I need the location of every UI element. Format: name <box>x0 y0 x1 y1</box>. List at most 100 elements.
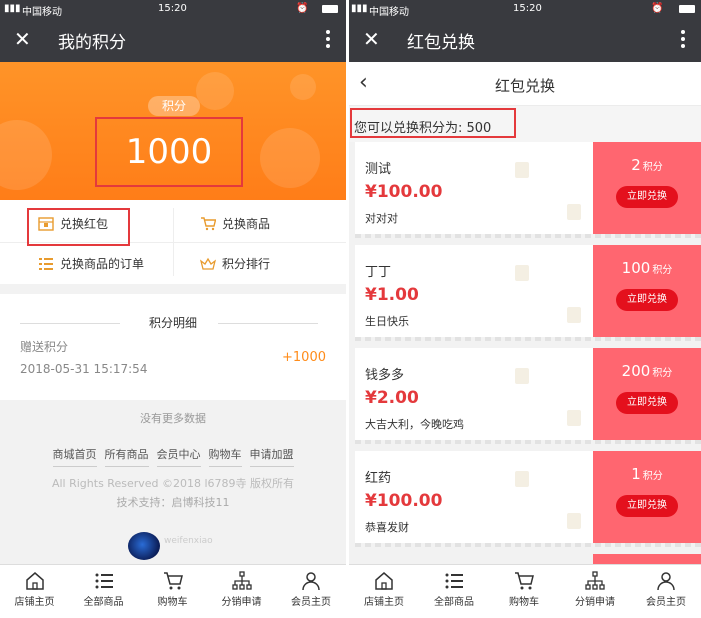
page-title: 我的积分 <box>58 33 126 53</box>
close-button[interactable]: ✕ <box>363 27 380 51</box>
brand-logo-text: weifenxiao <box>164 536 213 546</box>
points-rank-label: 积分排行 <box>222 257 271 271</box>
status-time: 15:20 <box>513 3 542 14</box>
coin-decoration <box>0 120 52 190</box>
tab-member-home[interactable]: 会员主页 <box>276 565 346 618</box>
no-more-text: 没有更多数据 <box>140 412 206 425</box>
points-label: 积分 <box>148 96 200 116</box>
redeem-now-button[interactable]: 立即兑换 <box>616 186 678 208</box>
points-panel: 100 积分 立即兑换 <box>593 245 701 337</box>
footer-link-home[interactable]: 商城首页 <box>52 446 97 467</box>
points-cost: 100 积分 <box>621 259 673 277</box>
footer-link-cart[interactable]: 购物车 <box>208 446 242 467</box>
points-panel: 1 积分 立即兑换 <box>593 451 701 543</box>
more-menu-icon[interactable] <box>681 30 685 51</box>
signal-icon: ▮▮▮ <box>351 3 368 14</box>
cart-icon <box>515 572 534 590</box>
tab-label: 全部商品 <box>83 597 124 608</box>
packet-desc: 大吉大利，今晚吃鸡 <box>365 418 464 431</box>
coin-decoration <box>290 74 316 100</box>
points-screen: ▮▮▮ 中国移动 15:20 ⏰ ✕ 我的积分 积分 1000 兑换红包 兑换商… <box>0 0 346 618</box>
packet-watermark-icon <box>515 162 529 178</box>
tab-all-goods[interactable]: 全部商品 <box>419 565 489 618</box>
packet-watermark-icon <box>567 307 581 323</box>
home-icon <box>25 572 44 590</box>
list-icon <box>39 257 53 270</box>
tech-support: 技术支持：启博科技11 <box>116 496 230 509</box>
coin-decoration <box>196 72 234 110</box>
red-packet-card: 钱多多 ¥2.00 大吉大利，今晚吃鸡 200 积分 立即兑换 <box>355 348 701 444</box>
footer-link-join[interactable]: 申请加盟 <box>249 446 294 467</box>
packet-price: ¥2.00 <box>365 388 419 408</box>
redeem-now-button[interactable]: 立即兑换 <box>616 392 678 414</box>
redeem-now-button[interactable]: 立即兑换 <box>616 289 678 311</box>
red-packet-card: 测试 ¥100.00 对对对 2 积分 立即兑换 <box>355 142 701 238</box>
footer-link-goods[interactable]: 所有商品 <box>104 446 149 467</box>
status-bar: ▮▮▮ 中国移动 15:20 ⏰ <box>349 0 701 18</box>
tab-all-goods[interactable]: 全部商品 <box>69 565 138 618</box>
points-cost: 1 积分 <box>631 465 663 483</box>
crown-icon <box>200 257 216 270</box>
redeem-orders-item[interactable]: 兑换商品的订单 <box>38 244 144 284</box>
highlight-box <box>95 117 243 187</box>
brand-logo <box>128 532 160 560</box>
packet-watermark-icon <box>567 513 581 529</box>
footer-links: 商城首页 所有商品 会员中心 购物车 申请加盟 <box>0 446 346 467</box>
points-panel: 200 积分 立即兑换 <box>593 348 701 440</box>
packet-name: 红药 <box>365 471 392 486</box>
points-rank-item[interactable]: 积分排行 <box>200 244 270 284</box>
packet-watermark-icon <box>515 471 529 487</box>
nav-bar: ✕ 红包兑换 <box>349 18 701 62</box>
alarm-icon: ⏰ <box>651 3 664 14</box>
cart-icon <box>201 216 216 230</box>
packet-watermark-icon <box>515 368 529 384</box>
packet-price: ¥100.00 <box>365 491 443 511</box>
tab-distribution[interactable]: 分销申请 <box>207 565 276 618</box>
signal-icon: ▮▮▮ <box>4 3 21 14</box>
packet-desc: 对对对 <box>365 212 398 225</box>
tab-label: 分销申请 <box>575 597 615 608</box>
tab-label: 店铺主页 <box>364 597 404 608</box>
tab-store-home[interactable]: 店铺主页 <box>349 565 419 618</box>
packet-watermark-icon <box>567 410 581 426</box>
redeem-now-button[interactable]: 立即兑换 <box>616 495 678 517</box>
redeem-goods-item[interactable]: 兑换商品 <box>200 204 270 244</box>
more-menu-icon[interactable] <box>326 30 330 51</box>
card-edge <box>355 440 701 444</box>
page-title: 红包兑换 <box>407 33 475 53</box>
copyright: All Rights Reserved ©2018 l6789寺 版权所有 <box>51 477 295 490</box>
cart-icon <box>163 572 183 590</box>
sub-header-title: 红包兑换 <box>494 77 555 95</box>
tab-label: 店铺主页 <box>14 597 55 608</box>
redeem-orders-label: 兑换商品的订单 <box>60 257 145 271</box>
tab-cart[interactable]: 购物车 <box>489 565 559 618</box>
tab-label: 购物车 <box>509 597 539 608</box>
tab-bar: 店铺主页 全部商品 购物车 分销申请 会员主页 <box>0 564 346 618</box>
status-bar: ▮▮▮ 中国移动 15:20 ⏰ <box>0 0 346 18</box>
tab-store-home[interactable]: 店铺主页 <box>0 565 69 618</box>
highlight-box <box>27 208 130 246</box>
network-icon <box>231 571 252 590</box>
packet-desc: 恭喜发财 <box>365 521 409 534</box>
status-time: 15:20 <box>158 3 187 14</box>
packet-price: ¥100.00 <box>365 182 443 202</box>
packet-name: 钱多多 <box>365 368 405 383</box>
red-packet-card: 丁丁 ¥1.00 生日快乐 100 积分 立即兑换 <box>355 245 701 341</box>
tab-label: 会员主页 <box>646 597 686 608</box>
tab-label: 分销申请 <box>221 597 262 608</box>
close-button[interactable]: ✕ <box>14 27 31 51</box>
packet-watermark-icon <box>567 204 581 220</box>
footer-link-member[interactable]: 会员中心 <box>156 446 201 467</box>
tab-bar: 店铺主页 全部商品 购物车 分销申请 会员主页 <box>349 564 701 618</box>
red-packet-screen: ▮▮▮ 中国移动 15:20 ⏰ ✕ 红包兑换 ‹ 红包兑换 您可以兑换积分为:… <box>349 0 701 618</box>
points-cost: 200 积分 <box>621 362 673 380</box>
tab-member-home[interactable]: 会员主页 <box>631 565 701 618</box>
packet-price: ¥1.00 <box>365 285 419 305</box>
tab-label: 会员主页 <box>291 597 331 608</box>
user-icon <box>302 572 320 591</box>
tab-cart[interactable]: 购物车 <box>138 565 207 618</box>
carrier-label: 中国移动 <box>22 7 62 18</box>
tab-label: 全部商品 <box>434 597 474 608</box>
tab-distribution[interactable]: 分销申请 <box>559 565 631 618</box>
battery-icon <box>679 5 695 13</box>
